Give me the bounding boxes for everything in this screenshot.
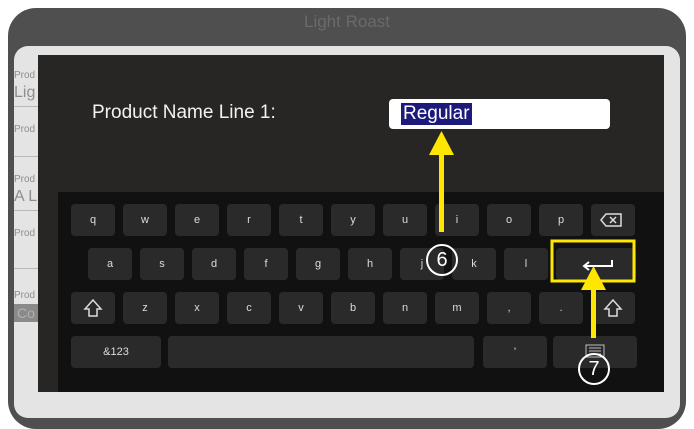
- arrow-6-head: [429, 131, 454, 155]
- step-7-badge: 7: [578, 353, 610, 385]
- step-6-badge: 6: [426, 244, 458, 276]
- arrow-6-shaft: [439, 152, 444, 232]
- arrow-7-shaft: [591, 286, 596, 338]
- arrow-7-head: [581, 266, 606, 290]
